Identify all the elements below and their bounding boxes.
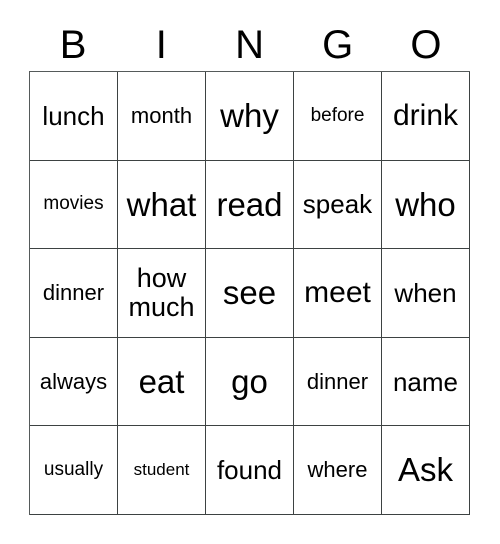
bingo-cell[interactable]: where [294, 426, 382, 515]
bingo-cell[interactable]: speak [294, 160, 382, 250]
bingo-header-letter-g: G [322, 22, 354, 67]
bingo-cell-label: found [216, 455, 283, 486]
bingo-cell-label: drink [392, 98, 459, 132]
bingo-cell[interactable]: how much [118, 249, 206, 338]
bingo-cell-label: before [310, 104, 365, 126]
bingo-cell-label: speak [302, 189, 373, 220]
bingo-cell[interactable]: why [206, 72, 294, 161]
bingo-cell-label: when [394, 277, 457, 308]
bingo-cell[interactable]: month [118, 72, 206, 161]
bingo-cell[interactable]: dinner [30, 249, 118, 338]
bingo-cell[interactable]: found [206, 426, 294, 515]
bingo-cell-label: dinner [42, 280, 105, 306]
bingo-header-letter-b: B [59, 22, 87, 67]
bingo-cell-label: read [216, 185, 283, 223]
bingo-cell[interactable]: drink [382, 72, 470, 161]
bingo-header-row: B I N G O [29, 18, 470, 71]
bingo-cell[interactable]: see [206, 249, 294, 338]
bingo-cell[interactable]: always [30, 337, 118, 427]
bingo-cell-label: who [395, 185, 456, 223]
bingo-cell-label: always [39, 368, 108, 394]
bingo-cell-label: lunch [42, 100, 105, 131]
bingo-cell[interactable]: go [206, 337, 294, 427]
bingo-header-letter-n: N [235, 22, 264, 67]
bingo-cell-label: movies [43, 193, 104, 215]
bingo-header-letter-o: O [410, 22, 442, 67]
bingo-cell-label: where [307, 457, 368, 483]
bingo-cell-label: dinner [306, 368, 369, 394]
bingo-cell-label: what [126, 185, 197, 223]
bingo-cell[interactable]: name [382, 337, 470, 427]
bingo-cell-label: see [222, 274, 277, 312]
bingo-cell[interactable]: dinner [294, 337, 382, 427]
bingo-cell-label: eat [138, 362, 185, 400]
bingo-cell[interactable]: lunch [30, 72, 118, 161]
bingo-cell[interactable]: movies [30, 160, 118, 250]
bingo-cell-label: go [231, 362, 268, 400]
bingo-cell[interactable]: usually [30, 426, 118, 515]
bingo-cell-label: month [130, 102, 193, 128]
bingo-cell[interactable]: before [294, 72, 382, 161]
bingo-grid: lunch month why before drink movies what… [29, 71, 470, 515]
bingo-cell-label: meet [304, 275, 371, 309]
bingo-cell[interactable]: who [382, 160, 470, 250]
bingo-cell-label: why [220, 96, 279, 134]
bingo-cell[interactable]: meet [294, 249, 382, 338]
bingo-cell[interactable]: student [118, 426, 206, 515]
bingo-cell[interactable]: Ask [382, 426, 470, 515]
bingo-cell[interactable]: when [382, 249, 470, 338]
bingo-cell[interactable]: what [118, 160, 206, 250]
bingo-card: B I N G O lunch month why before drink m… [0, 0, 500, 544]
bingo-cell[interactable]: eat [118, 337, 206, 427]
bingo-cell-label: usually [43, 458, 104, 480]
bingo-header-letter-i: I [155, 22, 167, 67]
bingo-cell-label: name [392, 366, 459, 397]
bingo-cell-label: how much [128, 262, 195, 322]
bingo-cell-label: student [133, 460, 190, 479]
bingo-cell-label: Ask [397, 451, 453, 489]
bingo-cell[interactable]: read [206, 160, 294, 250]
